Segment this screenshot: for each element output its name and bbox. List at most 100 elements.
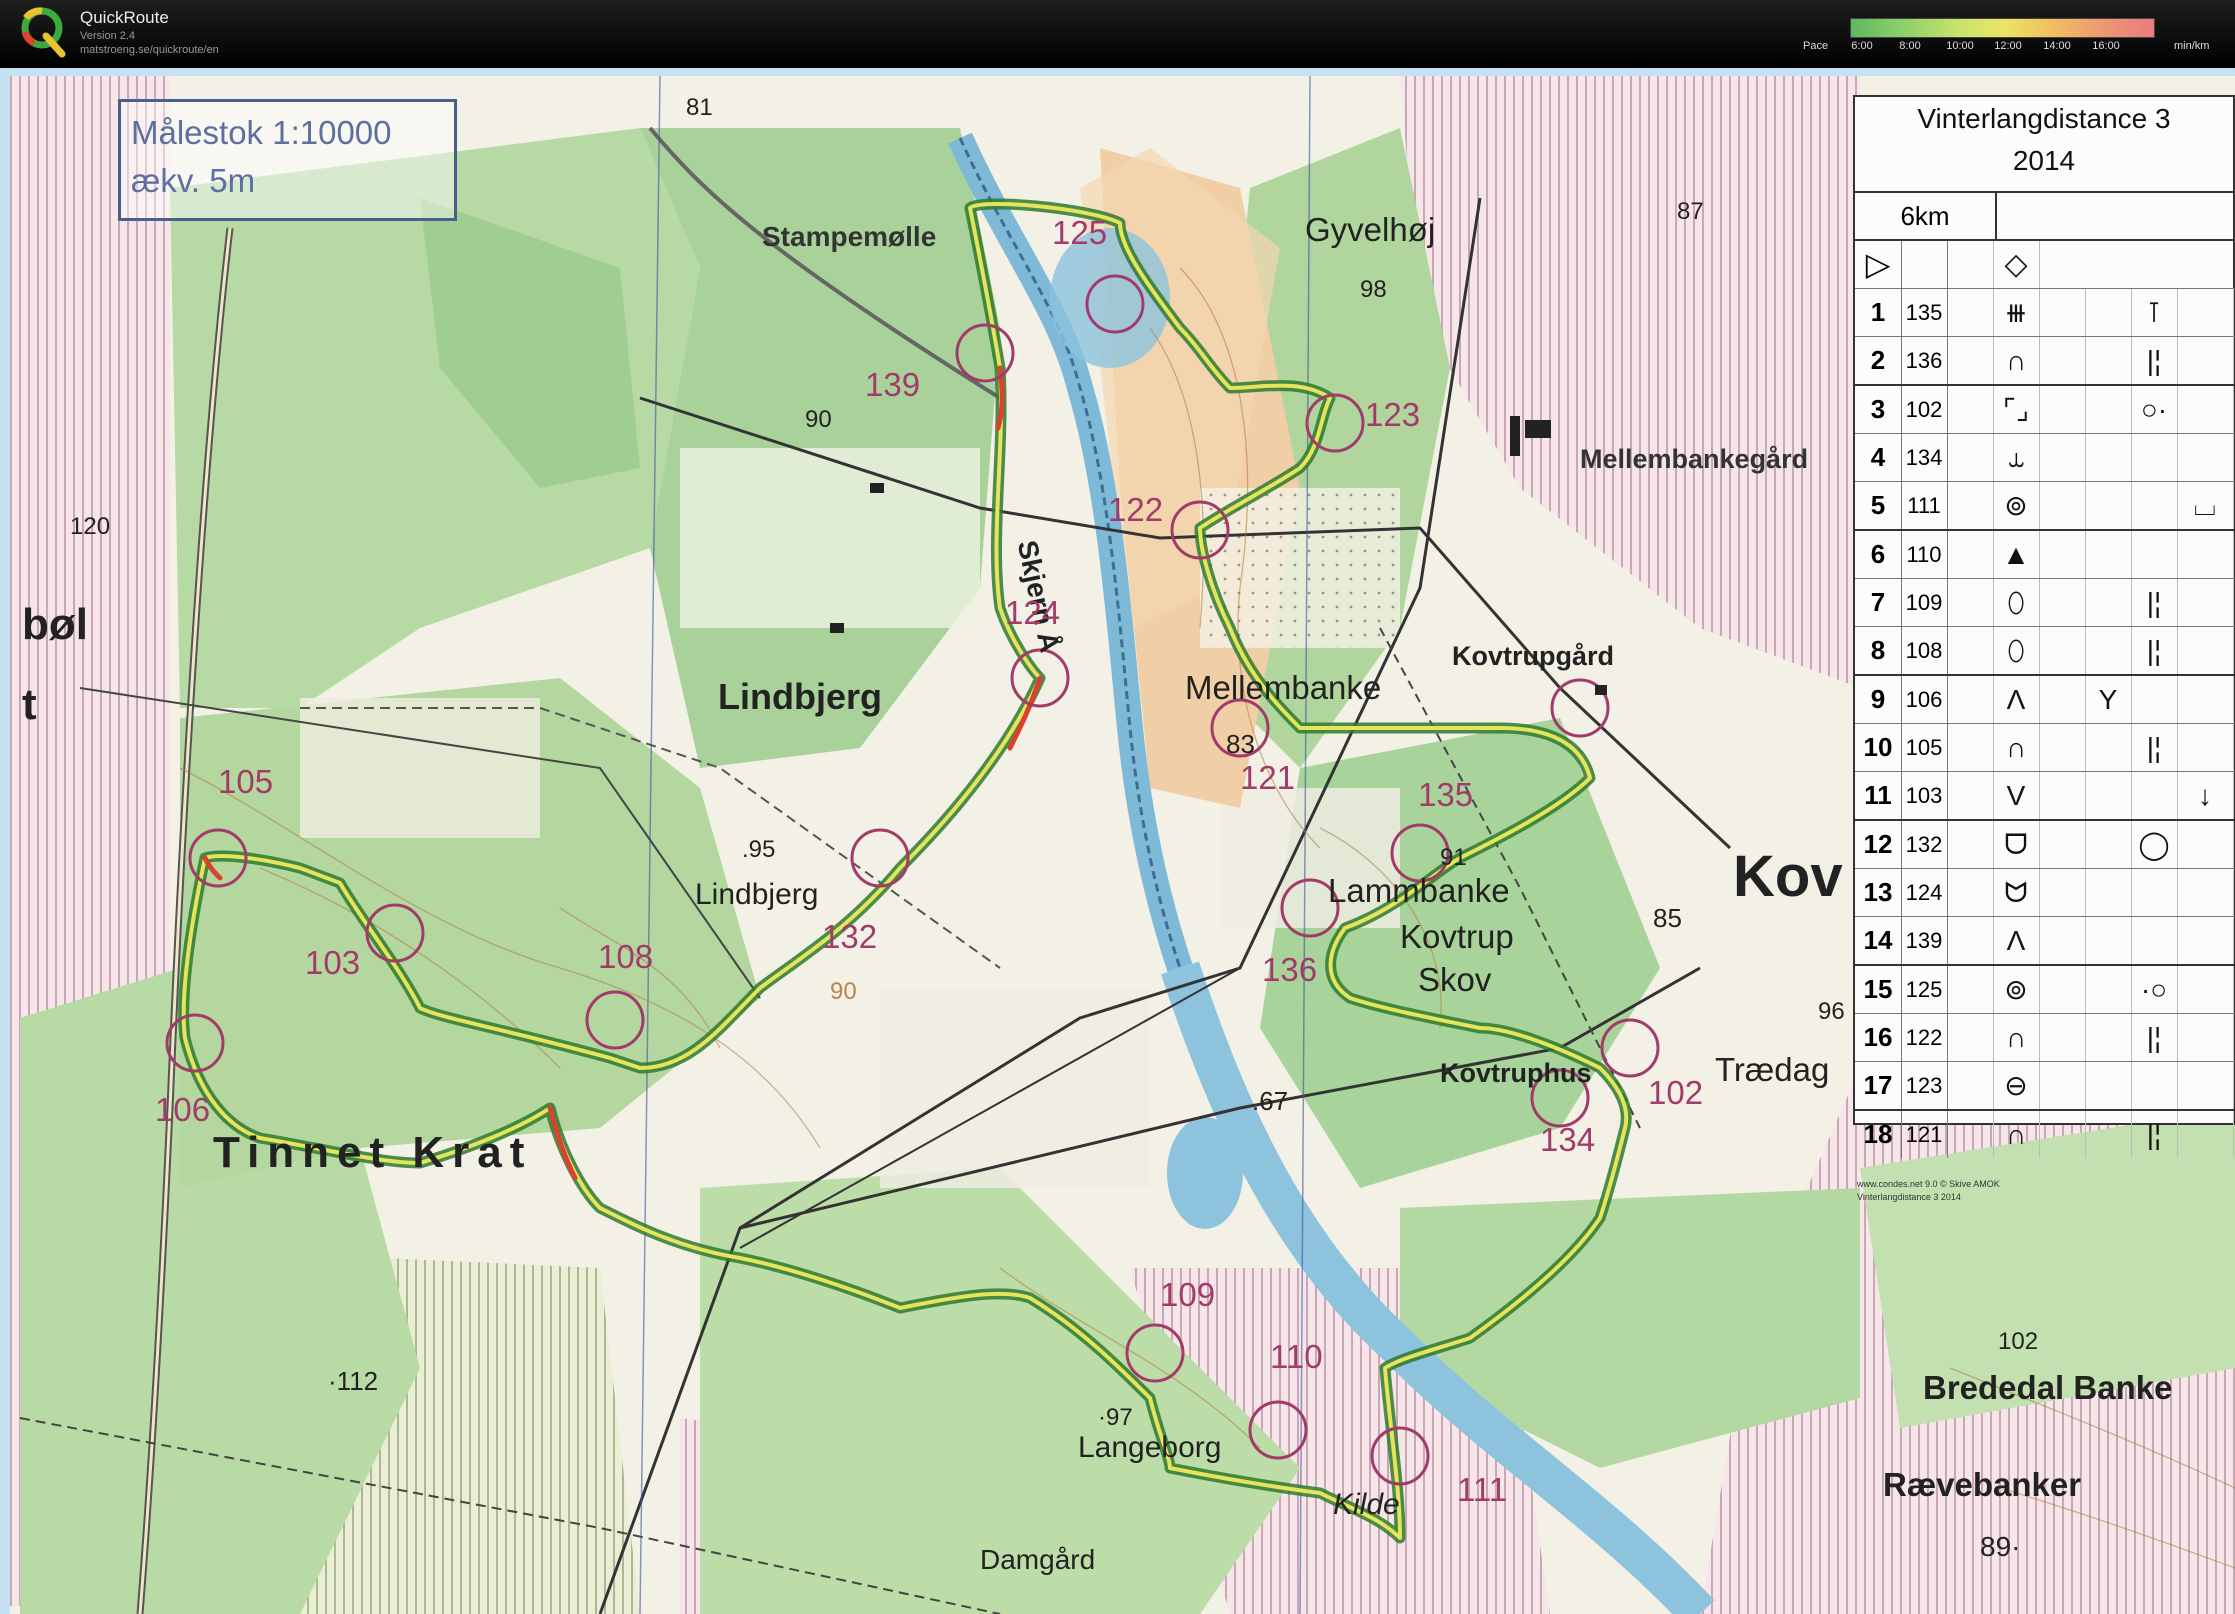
spot-height: 81 [686, 94, 713, 121]
control-description-row: 11 103 V ↓ [1855, 771, 2235, 819]
control-symbol-icon: ∩ [1993, 337, 2040, 384]
empty-cell [2039, 724, 2086, 771]
place-label: Damgård [980, 1544, 1096, 1575]
empty-cell [2039, 482, 2086, 529]
control-symbol-icon [2085, 724, 2132, 771]
control-symbol-icon [2085, 1062, 2132, 1109]
control-code-label: 108 [598, 938, 654, 975]
control-symbol-icon: |¦ [2131, 579, 2178, 626]
empty-cell [1947, 1062, 1994, 1109]
empty-cell [2039, 531, 2086, 578]
control-code-label: 136 [1262, 951, 1318, 988]
control-symbol-icon: ᗜ [1993, 821, 2040, 868]
scale-text: Målestok 1:10000 [131, 114, 392, 151]
map-scale-box: Målestok 1:10000 ækv. 5m [118, 99, 457, 221]
app-url-link[interactable]: matstroeng.se/quickroute/en [80, 44, 219, 56]
control-code: 110 [1901, 531, 1948, 578]
control-symbol-icon [2131, 434, 2178, 481]
empty-cell [1947, 821, 1994, 868]
control-symbol-icon [2085, 434, 2132, 481]
control-description-row: 15 125 ⊚ ·○ [1855, 964, 2235, 1013]
place-label: Langeborg [1078, 1431, 1222, 1464]
control-code: 109 [1901, 579, 1948, 626]
control-symbol-icon: ◯ [2131, 821, 2178, 868]
place-label: bøl [22, 600, 88, 649]
control-code-label: 111 [1457, 1471, 1508, 1508]
control-symbol-icon [2085, 337, 2132, 384]
control-code-label: 110 [1270, 1338, 1323, 1375]
control-number: 8 [1855, 627, 1902, 674]
control-symbol-icon [2085, 482, 2132, 529]
control-description-row: 13 124 ᗢ [1855, 868, 2235, 916]
empty-cell [1947, 676, 1994, 723]
control-symbol-icon: ⬯ [1993, 579, 2040, 626]
pace-color-scale [1850, 18, 2155, 38]
spot-height: 120 [70, 513, 111, 540]
empty-cell [1947, 966, 1994, 1013]
control-symbol-icon [2177, 434, 2234, 481]
control-code-label: 103 [305, 944, 361, 981]
spot-height: 83 [1226, 729, 1255, 759]
place-label: Mellembankegård [1580, 444, 1809, 474]
control-symbol-icon [2131, 482, 2178, 529]
control-symbol-icon [2177, 869, 2234, 916]
pace-tick: 10:00 [1946, 40, 1974, 52]
spot-height: 91 [1440, 844, 1467, 871]
empty-cell [2039, 579, 2086, 626]
control-code: 136 [1901, 337, 1948, 384]
empty-cell [2039, 337, 2086, 384]
control-code: 135 [1901, 289, 1948, 336]
pace-legend-label: Pace [1803, 40, 1829, 52]
control-code-label: 132 [822, 918, 878, 955]
pace-tick-labels: 6:00 8:00 10:00 12:00 14:00 16:00 [1850, 40, 2153, 54]
control-symbol-icon: ᗢ [1993, 869, 2040, 916]
control-code: 108 [1901, 627, 1948, 674]
empty-cell [2039, 1111, 2086, 1158]
event-year: 2014 [2012, 145, 2076, 176]
control-symbol-icon: ▲ [1993, 531, 2040, 578]
pace-tick: 6:00 [1851, 40, 1873, 52]
control-symbol-icon: ⊺ [2131, 289, 2178, 336]
control-description-row: 4 134 ⥿ [1855, 433, 2235, 481]
empty-cell [1947, 289, 1994, 336]
place-label: Rævebanker [1883, 1466, 2082, 1503]
control-code-label: 121 [1240, 759, 1296, 796]
control-code-label: 106 [155, 1091, 211, 1128]
control-symbol-icon [2085, 1014, 2132, 1061]
place-label: Tinnet Krat [213, 1128, 533, 1177]
spot-height: ·112 [328, 1366, 379, 1396]
control-symbol-icon [2085, 1111, 2132, 1158]
spot-height: 89· [1980, 1531, 2021, 1562]
control-number: 17 [1855, 1062, 1902, 1109]
control-symbol-icon [2177, 386, 2234, 433]
control-symbol-icon [2177, 917, 2234, 964]
empty-cell [2039, 821, 2086, 868]
control-number: 15 [1855, 966, 1902, 1013]
app-title-bar: QuickRoute Version 2.4 matstroeng.se/qui… [0, 0, 2235, 68]
control-symbol-icon [2177, 337, 2234, 384]
empty-cell [2039, 966, 2086, 1013]
control-symbol-icon: |¦ [2131, 1111, 2178, 1158]
empty-cell [2039, 676, 2086, 723]
control-code-label: 124 [1005, 594, 1061, 631]
pace-tick: 14:00 [2043, 40, 2071, 52]
control-symbol-icon [2131, 917, 2178, 964]
empty-cell [2039, 1014, 2086, 1061]
control-code: 139 [1901, 917, 1948, 964]
place-label: Gyvelhøj [1305, 211, 1436, 248]
orienteering-map[interactable]: Målestok 1:10000 ækv. 5m Stampemølle Gyv… [0, 68, 2235, 1614]
app-name: QuickRoute [80, 8, 169, 27]
control-symbol-icon [2177, 966, 2234, 1013]
empty-cell [1947, 434, 1994, 481]
control-code: 121 [1901, 1111, 1948, 1158]
place-label: Kovtruphus [1440, 1058, 1592, 1088]
control-symbol-icon [2085, 627, 2132, 674]
control-symbol-icon: ⊚ [1993, 966, 2040, 1013]
control-description-row: 18 121 ∩ |¦ [1855, 1109, 2235, 1158]
control-description-table: 6km ▷ ◇ 1 135 ⧻ ⊺ 2 136 ∩ |¦ 3 102 ⌜⌟ ○· 4 134 ⥿ 5 111 ⊚ ⌴… [1855, 191, 2235, 1158]
empty-cell [2039, 1062, 2086, 1109]
control-description-row: 7 109 ⬯ |¦ [1855, 578, 2235, 626]
control-symbol-icon: ⊚ [1993, 482, 2040, 529]
control-symbol-icon [2177, 1111, 2234, 1158]
empty-cell [1947, 531, 1994, 578]
